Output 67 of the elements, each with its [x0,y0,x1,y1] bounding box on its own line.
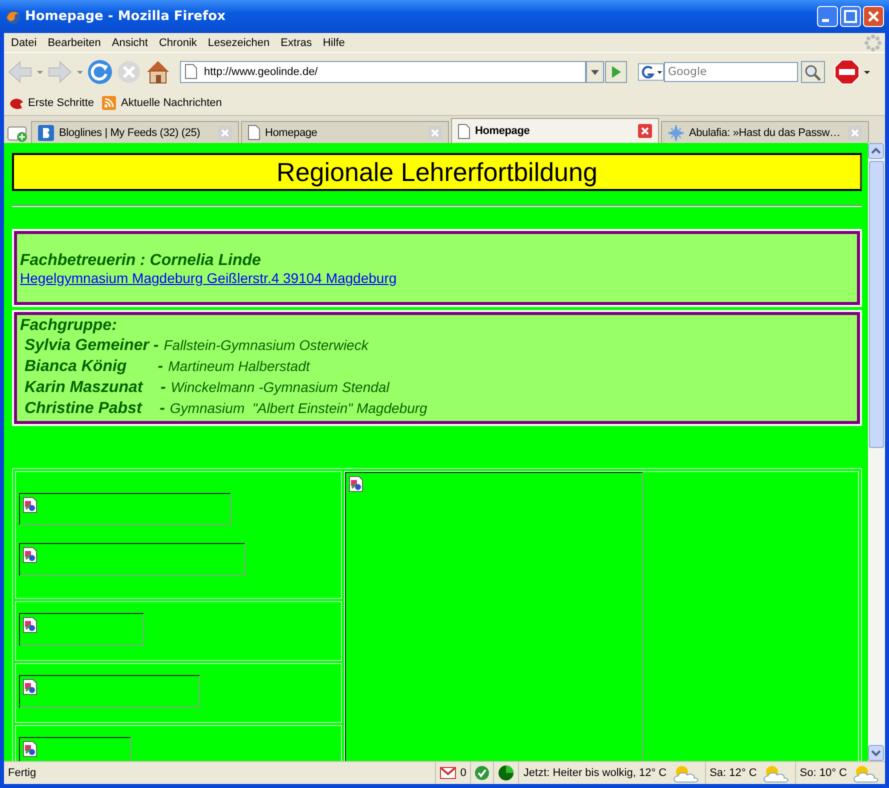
address-field[interactable]: http://www.geolinde.de/ [180,60,586,82]
menu-item[interactable]: Bearbeiten [44,36,108,48]
fox-globe-icon [5,8,21,24]
scroll-down-icon[interactable] [868,745,884,761]
browser-tab[interactable]: Homepage [451,118,659,143]
broken-image-icon [23,741,37,757]
sun-cloud-icon [760,763,791,783]
menu-item[interactable]: Chronik [154,36,204,48]
page-icon [458,124,470,138]
window-title: Homepage - Mozilla Firefox [25,9,226,24]
bookmark-link[interactable]: Aktuelle Nachrichten [102,96,222,110]
dropdown-caret-icon[interactable] [586,60,604,82]
search-icon[interactable] [801,60,825,82]
menu-item[interactable]: Datei [7,36,44,48]
sparkle-icon [668,124,684,140]
browser-tab[interactable]: Homepage [241,121,449,143]
minimize-icon[interactable] [817,6,838,27]
member-name: Karin Maszunat - [23,378,166,398]
close-icon[interactable] [638,124,652,138]
weather-text: Jetzt: Heiter bis wolkig, 12° C [523,767,667,779]
weather-text: Sa: 12° C [710,767,757,779]
google-g-icon [638,62,664,82]
broken-image-icon [23,497,37,513]
stop-sign-icon[interactable] [834,58,860,84]
vertical-scrollbar[interactable] [868,143,885,761]
member-school: Gymnasium "Albert Einstein" Magdeburg [170,399,428,418]
feed-icon [102,96,116,110]
browser-tab[interactable]: Abulafia: »Hast du das Passw… [661,121,869,143]
sun-cloud-icon [851,763,881,783]
page-heading: Regionale Lehrerfortbildung [12,153,862,191]
contact-name: Fachbetreuerin : Cornelia Linde [20,252,262,270]
member-school: Winckelmann -Gymnasium Stendal [170,378,390,397]
page-icon [185,64,197,79]
member-name: Christine Pabst - [23,399,165,419]
throbber-icon [864,34,882,52]
home-icon[interactable] [145,58,171,84]
menu-item[interactable]: Ansicht [108,36,155,48]
scroll-thumb[interactable] [869,161,884,448]
mail-icon[interactable] [440,767,456,779]
scroll-up-icon[interactable] [868,143,884,159]
page-icon [248,125,260,140]
mail-count: 0 [460,767,466,779]
browser-tab[interactable]: Bloglines | My Feeds (32) (25) [31,121,239,143]
member-school: Fallstein-Gymnasium Osterwieck [164,336,368,355]
menu-item[interactable]: Hilfe [318,36,352,48]
new-tab-icon[interactable] [7,125,29,143]
reload-icon[interactable] [87,58,113,84]
close-icon[interactable] [863,6,884,27]
check-icon[interactable] [475,766,490,780]
letter-tile-icon [38,124,54,140]
maximize-icon[interactable] [840,6,861,27]
member-name: Bianca König - [23,357,164,377]
broken-image-icon [23,679,37,695]
member-school: Martineum Halberstadt [168,357,310,376]
status-text: Fertig [7,767,38,779]
broken-image-icon [23,617,37,633]
address-link[interactable]: Hegelgymnasium Magdeburg Geißlerstr.4 39104 Magdeburg [20,270,397,286]
menu-item[interactable]: Extras [276,36,319,48]
group-title: Fachgruppe: [20,317,118,335]
pie-clock-icon[interactable] [498,765,514,781]
member-name: Sylvia Gemeiner - [23,336,159,356]
bookmark-link[interactable]: Erste Schritte [9,96,94,110]
broken-image-icon [349,476,363,492]
weather-text: So: 10° C [800,767,847,779]
sun-cloud-icon [670,763,701,783]
broken-image-icon [23,547,37,563]
menu-item[interactable]: Lesezeichen [204,36,277,48]
